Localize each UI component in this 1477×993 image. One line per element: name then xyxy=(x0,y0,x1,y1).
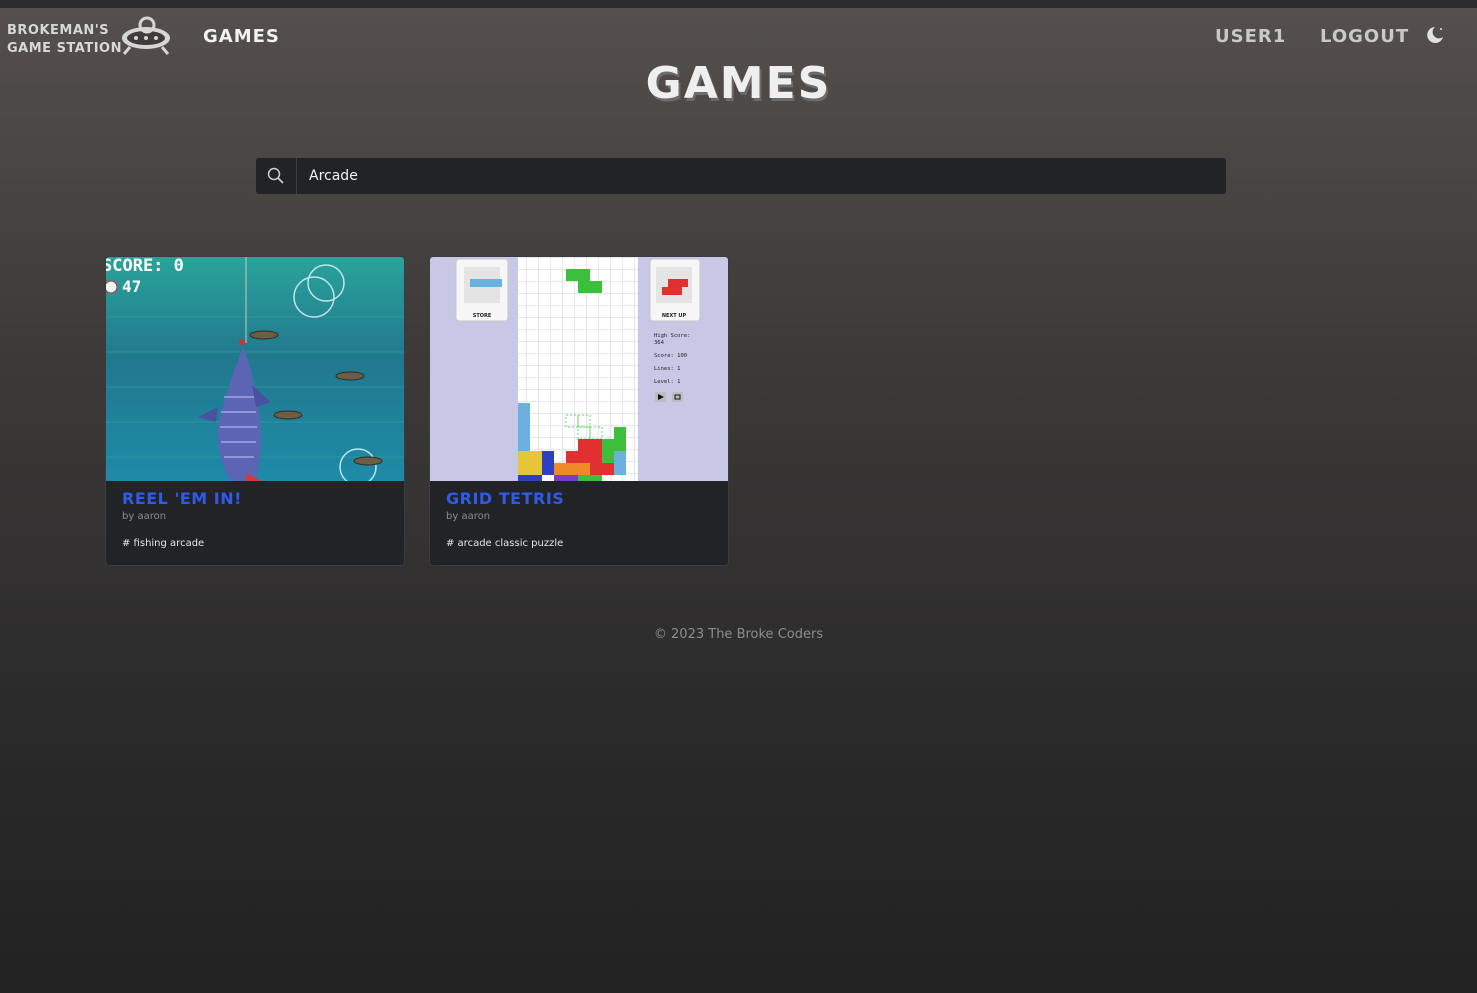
game-card-reel-em-in[interactable]: SCORE: 0 47 Reel 'em In! by aaron # fish… xyxy=(105,256,405,566)
svg-text:NEXT UP: NEXT UP xyxy=(662,313,687,319)
window-top-bar xyxy=(0,0,1477,8)
brand-line-1: Brokeman's xyxy=(7,23,110,38)
logout-link[interactable]: Logout xyxy=(1320,26,1409,47)
spaceship-logo-icon[interactable] xyxy=(120,16,172,58)
svg-text:Lines: 1: Lines: 1 xyxy=(654,366,681,372)
footer-copyright: © 2023 The Broke Coders xyxy=(653,627,824,642)
svg-text:Score: 100: Score: 100 xyxy=(654,353,687,359)
brand-line-2: Game Station xyxy=(7,41,122,56)
dark-mode-moon-icon[interactable] xyxy=(1424,24,1446,46)
game-thumbnail-tetris[interactable]: STORE NEXT UP High Score: 364 Score: 100… xyxy=(430,257,728,481)
svg-text:47: 47 xyxy=(122,277,141,296)
game-card-grid-tetris[interactable]: STORE NEXT UP High Score: 364 Score: 100… xyxy=(429,256,729,566)
game-title[interactable]: Reel 'em In! xyxy=(122,489,242,508)
svg-text:High Score:: High Score: xyxy=(654,333,690,339)
svg-text:STORE: STORE xyxy=(473,313,492,319)
search-bar xyxy=(256,158,1226,194)
nav-games-link[interactable]: Games xyxy=(203,26,280,47)
svg-text:364: 364 xyxy=(654,340,665,346)
game-tags: # fishing arcade xyxy=(122,538,205,549)
search-input[interactable] xyxy=(297,158,1226,194)
search-icon xyxy=(267,167,284,184)
svg-text:Level: 1: Level: 1 xyxy=(654,379,681,385)
game-author: by aaron xyxy=(446,511,491,522)
brand-name[interactable]: Brokeman's Game Station xyxy=(7,22,122,58)
game-title[interactable]: Grid Tetris xyxy=(446,489,564,508)
game-author: by aaron xyxy=(122,511,167,522)
page-title: Games xyxy=(645,58,832,109)
user-profile-link[interactable]: user1 xyxy=(1215,26,1286,47)
search-icon-button[interactable] xyxy=(256,158,297,194)
svg-text:SCORE: 0: SCORE: 0 xyxy=(106,257,184,276)
game-tags: # arcade classic puzzle xyxy=(446,538,564,549)
game-thumbnail-fishing[interactable]: SCORE: 0 47 xyxy=(106,257,404,481)
